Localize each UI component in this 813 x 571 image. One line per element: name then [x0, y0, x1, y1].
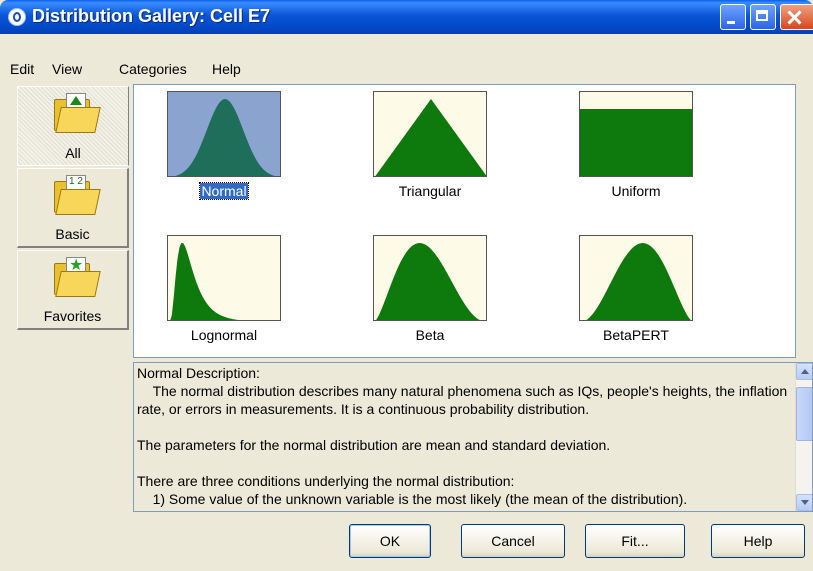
- app-icon: [8, 8, 26, 26]
- triangular-distribution-thumbnail[interactable]: [373, 91, 487, 177]
- minimize-button[interactable]: [720, 4, 746, 30]
- description-paragraph-4: 1) Some value of the unknown variable is…: [137, 491, 688, 507]
- triangular-curve: [375, 99, 486, 176]
- category-all-label: All: [65, 145, 81, 161]
- distribution-gallery-window: Distribution Gallery: Cell E7 Edit View …: [0, 0, 813, 571]
- normal-distribution-thumbnail[interactable]: [167, 91, 281, 177]
- category-all[interactable]: All: [17, 86, 129, 166]
- beta-curve: [376, 243, 480, 320]
- lognormal-curve: [170, 243, 239, 320]
- uniform-curve: [580, 109, 692, 176]
- menu-view[interactable]: View: [52, 58, 82, 80]
- folder-chart-icon: [54, 93, 101, 133]
- category-favorites[interactable]: ★ Favorites: [17, 250, 129, 330]
- menu-help[interactable]: Help: [212, 58, 241, 80]
- distribution-label: Triangular: [398, 183, 462, 199]
- folder-numbers-icon: 1 2: [54, 175, 101, 215]
- distribution-gallery: Normal Triangular Uniform Lognormal Beta Beta…: [133, 84, 796, 358]
- menu-edit[interactable]: Edit: [10, 58, 34, 80]
- distribution-label: BetaPERT: [603, 327, 669, 343]
- menu-categories[interactable]: Categories: [119, 58, 187, 80]
- desc-scroll-thumb[interactable]: [796, 387, 812, 441]
- description-scrollbar[interactable]: [795, 363, 812, 511]
- category-basic[interactable]: 1 2 Basic: [17, 168, 129, 248]
- normal-curve: [175, 99, 275, 176]
- description-paragraph-1: The normal distribution describes many n…: [137, 383, 792, 417]
- uniform-distribution-thumbnail[interactable]: [579, 91, 693, 177]
- category-basic-label: Basic: [55, 226, 90, 242]
- distribution-label: Beta: [415, 327, 445, 343]
- description-paragraph-2: The parameters for the normal distributi…: [137, 437, 611, 453]
- cancel-button[interactable]: Cancel: [461, 524, 565, 558]
- window-title: Distribution Gallery: Cell E7: [32, 6, 271, 26]
- distribution-label: Lognormal: [190, 327, 258, 343]
- description-heading: Normal Description:: [137, 365, 260, 381]
- gallery-scrollbar[interactable]: [795, 85, 796, 357]
- description-panel: Normal Description: The normal distribut…: [133, 362, 813, 512]
- maximize-button[interactable]: [750, 4, 776, 30]
- betapert-distribution-thumbnail[interactable]: [579, 235, 693, 321]
- lognormal-distribution-thumbnail[interactable]: [167, 235, 281, 321]
- folder-star-icon: ★: [54, 257, 101, 297]
- description-text: Normal Description: The normal distribut…: [137, 364, 792, 508]
- title-bar[interactable]: Distribution Gallery: Cell E7: [0, 0, 813, 34]
- close-button[interactable]: [780, 4, 813, 30]
- fit-button[interactable]: Fit...: [585, 524, 685, 558]
- distribution-label: Normal: [199, 182, 249, 200]
- beta-distribution-thumbnail[interactable]: [373, 235, 487, 321]
- ok-button[interactable]: OK: [349, 524, 431, 558]
- category-favorites-label: Favorites: [43, 308, 102, 324]
- betapert-curve: [586, 243, 691, 320]
- category-sidebar: All 1 2 Basic ★ Favorites: [12, 84, 129, 512]
- distribution-label: Uniform: [611, 183, 661, 199]
- desc-scroll-up-arrow-icon[interactable]: [796, 363, 812, 380]
- desc-scroll-down-arrow-icon[interactable]: [796, 494, 812, 511]
- help-button[interactable]: Help: [711, 524, 805, 558]
- description-paragraph-3: There are three conditions underlying th…: [137, 473, 515, 489]
